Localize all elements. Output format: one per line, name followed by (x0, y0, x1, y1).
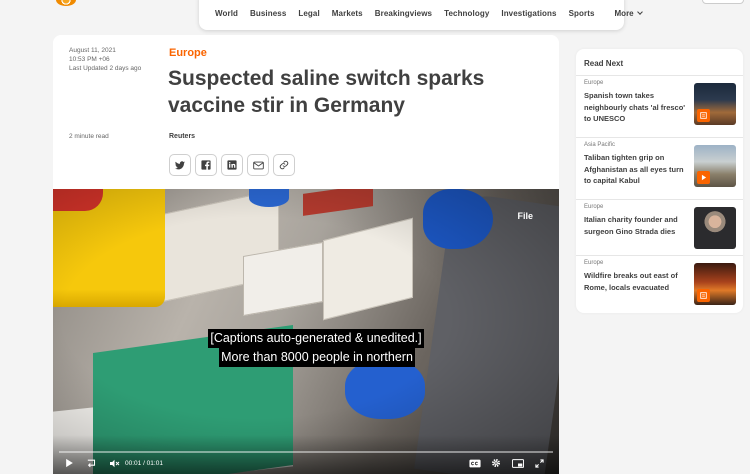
share-linkedin-button[interactable] (221, 154, 243, 176)
link-icon (279, 160, 289, 170)
read-time: 2 minute read (69, 133, 109, 140)
play-button[interactable] (65, 457, 74, 469)
section-link[interactable]: Europe (169, 47, 207, 59)
reuters-logo[interactable] (56, 0, 76, 6)
mute-button[interactable] (109, 457, 120, 469)
article-last-updated: Last Updated 2 days ago (69, 65, 142, 72)
read-next-kicker: Europe (584, 80, 604, 86)
page-title: Suspected saline switch sparks vaccine s… (168, 67, 485, 117)
chevron-down-icon (636, 8, 643, 15)
nav-item-technology[interactable]: Technology (438, 9, 495, 18)
closed-captions-icon (469, 459, 481, 467)
read-next-headline: Taliban tighten grip on Afghanistan as a… (584, 153, 684, 185)
nav-item-world[interactable]: World (209, 9, 244, 18)
caption-line: More than 8000 people in northern (219, 348, 415, 367)
read-next-panel: Read Next Europe Spanish town takes neig… (576, 49, 743, 313)
fullscreen-button[interactable] (535, 457, 544, 469)
share-twitter-button[interactable] (169, 154, 191, 176)
article-meta: August 11, 2021 10:53 PM +06 Last Update… (69, 46, 141, 73)
nav-item-business[interactable]: Business (244, 9, 292, 18)
top-right-button[interactable] (702, 0, 744, 4)
article-time: 10:53 PM +06 (69, 56, 110, 63)
settings-button[interactable] (491, 457, 501, 469)
main-nav: World Business Legal Markets Breakingvie… (199, 0, 643, 30)
article-badge-icon (697, 109, 710, 122)
linkedin-icon (227, 160, 237, 170)
nav-item-breakingviews[interactable]: Breakingviews (369, 9, 438, 18)
read-next-title: Read Next (584, 59, 624, 68)
caption-line: [Captions auto-generated & unedited.] (208, 329, 424, 348)
nav-item-sports[interactable]: Sports (563, 9, 601, 18)
facebook-icon (201, 160, 211, 170)
nav-item-investigations[interactable]: Investigations (495, 9, 562, 18)
nav-more-button[interactable]: More (605, 8, 643, 18)
fullscreen-icon (535, 458, 544, 468)
nav-item-markets[interactable]: Markets (326, 9, 369, 18)
article-date: August 11, 2021 (69, 47, 116, 54)
video-badge-icon (697, 171, 710, 184)
read-next-thumbnail (694, 207, 736, 249)
read-next-thumbnail (694, 145, 736, 187)
article-card: August 11, 2021 10:53 PM +06 Last Update… (53, 35, 559, 474)
share-link-button[interactable] (273, 154, 295, 176)
read-next-headline: Wildfire breaks out east of Rome, locals… (584, 271, 678, 292)
nav-more-label: More (614, 8, 634, 18)
video-controls: 00:01 / 01:01 (53, 435, 559, 474)
video-player[interactable]: File [Captions auto-generated & unedited… (53, 189, 559, 474)
volume-muted-icon (110, 459, 120, 467)
replay-icon (87, 459, 96, 467)
replay-button[interactable] (87, 457, 97, 469)
byline: Reuters (169, 133, 196, 140)
share-email-button[interactable] (247, 154, 269, 176)
read-next-item[interactable]: Europe Italian charity founder and surge… (576, 199, 743, 259)
captions-button[interactable] (469, 457, 481, 469)
gear-icon (492, 459, 500, 467)
read-next-thumbnail (694, 263, 736, 305)
read-next-kicker: Asia Pacific (584, 142, 616, 148)
play-icon (66, 458, 73, 468)
article-badge-icon (697, 289, 710, 302)
video-progress-bar[interactable] (59, 451, 553, 453)
read-next-kicker: Europe (584, 260, 604, 266)
share-facebook-button[interactable] (195, 154, 217, 176)
video-captions: [Captions auto-generated & unedited.] Mo… (53, 329, 559, 367)
twitter-icon (175, 160, 185, 169)
nav-item-legal[interactable]: Legal (292, 9, 325, 18)
read-next-headline: Spanish town takes neighbourly chats 'al… (584, 91, 686, 123)
picture-in-picture-button[interactable] (512, 457, 524, 469)
picture-in-picture-icon (512, 458, 524, 468)
file-footage-tag: File (517, 211, 533, 221)
read-next-item[interactable]: Asia Pacific Taliban tighten grip on Afg… (576, 137, 743, 197)
video-time: 00:01 / 01:01 (125, 459, 163, 467)
read-next-item[interactable]: Europe Spanish town takes neighbourly ch… (576, 75, 743, 135)
email-icon (252, 161, 264, 169)
read-next-kicker: Europe (584, 204, 604, 210)
read-next-thumbnail (694, 83, 736, 125)
share-bar (169, 154, 295, 176)
read-next-item[interactable]: Europe Wildfire breaks out east of Rome,… (576, 255, 743, 315)
read-next-headline: Italian charity founder and surgeon Gino… (584, 215, 678, 236)
